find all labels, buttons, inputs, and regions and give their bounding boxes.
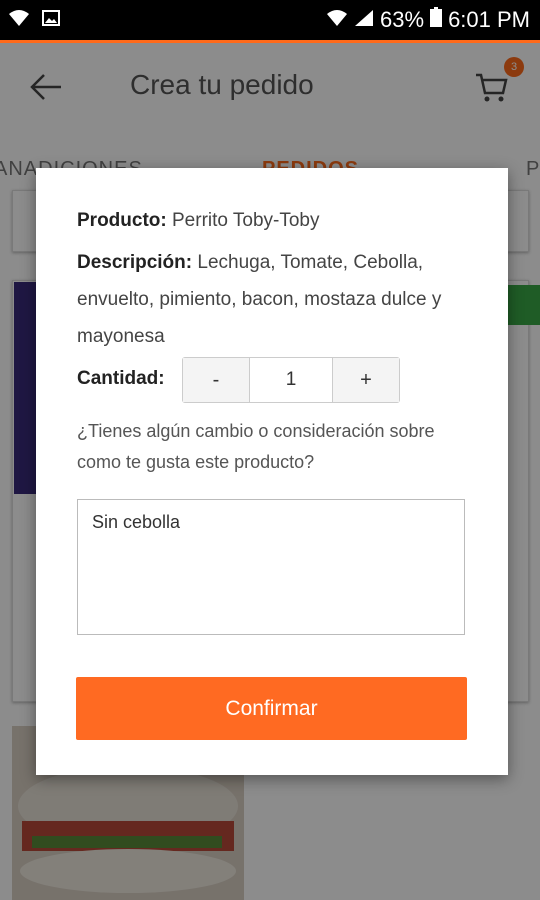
clock: 6:01 PM <box>448 7 530 32</box>
decrement-button[interactable]: - <box>183 358 250 402</box>
battery-icon <box>430 7 443 33</box>
battery-percent: 63% <box>380 7 425 32</box>
wifi-icon <box>326 7 348 33</box>
signal-icon <box>354 7 374 33</box>
status-bar: 63% 6:01 PM <box>0 0 540 40</box>
quantity-label: Cantidad: <box>77 368 165 389</box>
customization-question: ¿Tienes algún cambio o consideración sob… <box>77 421 435 472</box>
product-name: Perrito Toby-Toby <box>172 210 320 231</box>
product-dialog: Producto: Perrito Toby-Toby Descripción:… <box>36 168 508 775</box>
product-label: Producto: <box>77 210 167 231</box>
wifi-icon <box>8 9 30 32</box>
description: Descripción: Lechuga, Tomate, Cebolla, e… <box>77 244 477 355</box>
notes-input[interactable]: Sin cebolla <box>77 499 465 635</box>
description-label: Descripción: <box>77 252 193 273</box>
quantity-stepper: - 1 + <box>182 357 400 403</box>
image-icon <box>42 9 60 31</box>
product-row: Producto: Perrito Toby-Toby <box>77 210 320 232</box>
increment-button[interactable]: + <box>332 358 399 402</box>
quantity-value[interactable]: 1 <box>250 358 332 402</box>
confirm-button[interactable]: Confirmar <box>76 677 467 740</box>
